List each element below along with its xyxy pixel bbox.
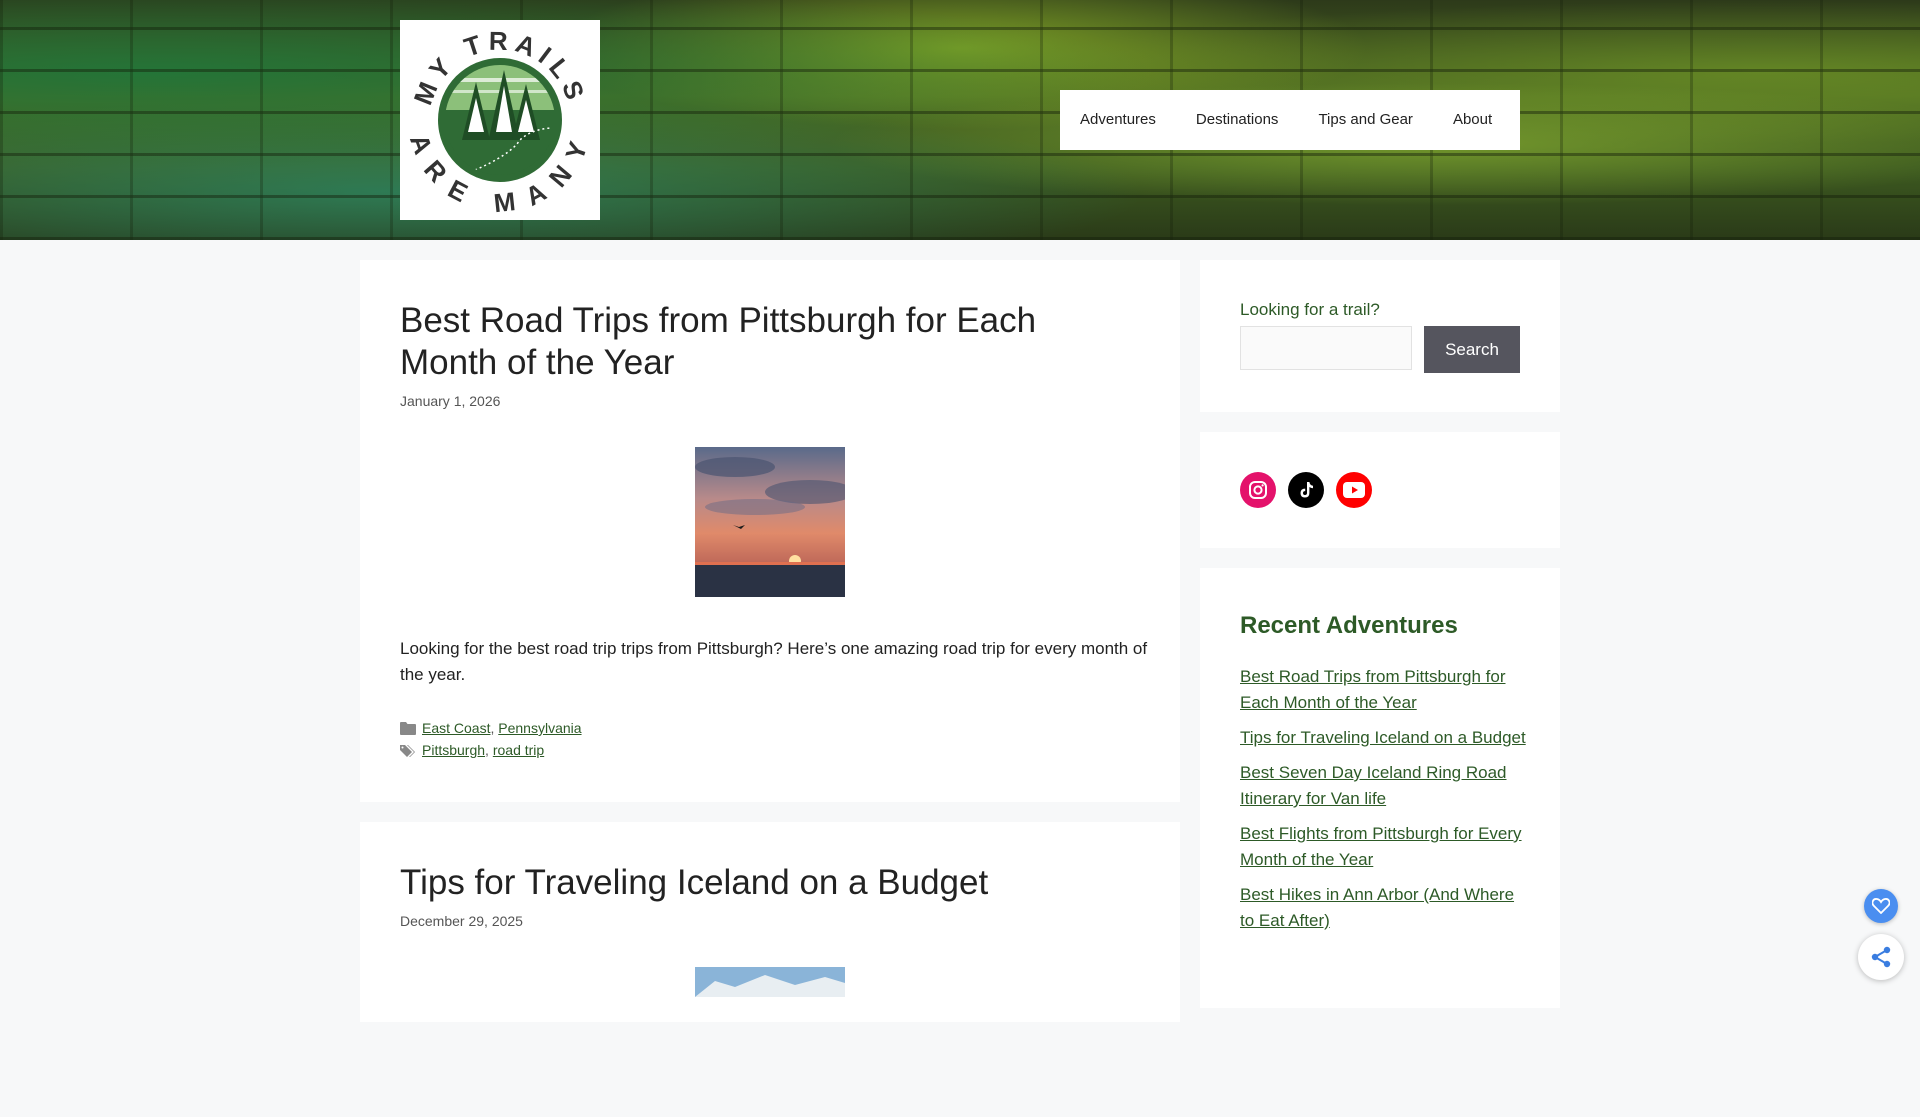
post-card: Tips for Traveling Iceland on a Budget D… <box>360 822 1180 1022</box>
nav-item-destinations[interactable]: Destinations <box>1176 90 1299 150</box>
recent-link[interactable]: Best Flights from Pittsburgh for Every M… <box>1240 824 1522 869</box>
recent-adventures-widget: Recent Adventures Best Road Trips from P… <box>1200 568 1560 1008</box>
tag-link-road-trip[interactable]: road trip <box>493 742 544 758</box>
main-navigation: Adventures Destinations Tips and Gear Ab… <box>1060 90 1520 150</box>
recent-link[interactable]: Best Seven Day Iceland Ring Road Itinera… <box>1240 763 1507 808</box>
list-item: Best Road Trips from Pittsburgh for Each… <box>1240 664 1530 716</box>
post-thumbnail[interactable] <box>695 447 855 597</box>
post-title[interactable]: Tips for Traveling Iceland on a Budget <box>400 862 1140 904</box>
search-widget: Looking for a trail? Search <box>1200 260 1560 412</box>
recent-list: Best Road Trips from Pittsburgh for Each… <box>1240 664 1530 943</box>
recent-link[interactable]: Best Hikes in Ann Arbor (And Where to Ea… <box>1240 885 1514 930</box>
instagram-icon[interactable] <box>1240 472 1276 508</box>
tags-icon <box>400 744 415 757</box>
post-date[interactable]: January 1, 2026 <box>400 393 500 409</box>
recent-link[interactable]: Tips for Traveling Iceland on a Budget <box>1240 728 1526 747</box>
logo-emblem: MY TRAILS ARE MANY <box>404 26 588 218</box>
heart-icon <box>1872 898 1890 914</box>
list-item: Best Flights from Pittsburgh for Every M… <box>1240 821 1530 873</box>
list-item: Best Hikes in Ann Arbor (And Where to Ea… <box>1240 882 1530 934</box>
list-item: Best Seven Day Iceland Ring Road Itinera… <box>1240 760 1530 812</box>
list-item: Tips for Traveling Iceland on a Budget <box>1240 725 1530 751</box>
post-tags: Pittsburgh, road trip <box>400 742 544 758</box>
share-icon <box>1871 946 1891 968</box>
nav-item-tips-and-gear[interactable]: Tips and Gear <box>1298 90 1433 150</box>
sunset-image <box>695 447 855 597</box>
nav-item-about[interactable]: About <box>1433 90 1512 150</box>
site-logo[interactable]: MY TRAILS ARE MANY <box>400 20 600 220</box>
post-date[interactable]: December 29, 2025 <box>400 913 523 929</box>
tiktok-icon[interactable] <box>1288 472 1324 508</box>
social-widget <box>1200 432 1560 548</box>
category-link-pennsylvania[interactable]: Pennsylvania <box>498 720 581 736</box>
category-link-east-coast[interactable]: East Coast <box>422 720 490 736</box>
search-label: Looking for a trail? <box>1240 300 1380 319</box>
widget-title: Recent Adventures <box>1240 612 1458 639</box>
youtube-icon[interactable] <box>1336 472 1372 508</box>
header-background <box>0 0 1920 240</box>
post-excerpt: Looking for the best road trip trips fro… <box>400 639 1148 684</box>
search-button[interactable]: Search <box>1424 326 1520 373</box>
share-button[interactable] <box>1858 934 1904 980</box>
post-thumbnail[interactable] <box>695 967 845 1117</box>
post-card: Best Road Trips from Pittsburgh for Each… <box>360 260 1180 802</box>
folder-icon <box>400 721 416 735</box>
recent-link[interactable]: Best Road Trips from Pittsburgh for Each… <box>1240 667 1506 712</box>
post-title[interactable]: Best Road Trips from Pittsburgh for Each… <box>400 300 1140 384</box>
post-categories: East Coast, Pennsylvania <box>400 720 582 736</box>
tag-link-pittsburgh[interactable]: Pittsburgh <box>422 742 485 758</box>
site-header: MY TRAILS ARE MANY Adventures Destinatio… <box>0 0 1920 240</box>
search-input[interactable] <box>1240 326 1412 370</box>
nav-item-adventures[interactable]: Adventures <box>1060 90 1176 150</box>
favorite-button[interactable] <box>1864 889 1898 923</box>
